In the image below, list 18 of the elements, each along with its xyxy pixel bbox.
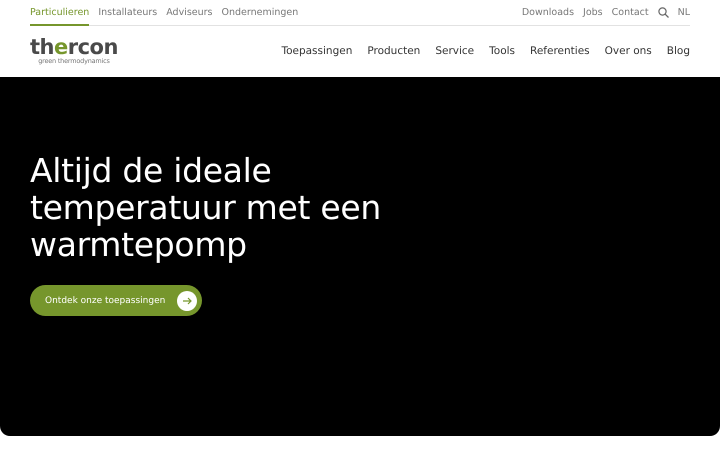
audience-tab[interactable]: Adviseurs bbox=[166, 0, 212, 26]
utility-link[interactable]: Contact bbox=[612, 0, 649, 26]
nav-link[interactable]: Producten bbox=[367, 44, 420, 58]
nav-link[interactable]: Tools bbox=[489, 44, 516, 58]
nav-link[interactable]: Service bbox=[435, 44, 474, 58]
hero-heading: Altijd de ideale temperatuur met een warmtepomp bbox=[30, 152, 382, 263]
audience-tab[interactable]: Ondernemingen bbox=[222, 0, 298, 26]
audience-tab[interactable]: Installateurs bbox=[98, 0, 158, 26]
nav-link[interactable]: Referenties bbox=[530, 44, 590, 58]
utility-link[interactable]: Downloads bbox=[522, 0, 574, 26]
nav-link[interactable]: Blog bbox=[666, 44, 690, 58]
nav-link[interactable]: Toepassingen bbox=[281, 44, 352, 58]
logo-wordmark: thercon bbox=[30, 36, 118, 56]
cta-button[interactable]: Ontdek onze toepassingen bbox=[30, 285, 202, 316]
audience-tab[interactable]: Particulieren bbox=[30, 0, 90, 26]
nav-link[interactable]: Over ons bbox=[604, 44, 652, 58]
language-link[interactable]: NL bbox=[678, 0, 690, 26]
utility-link[interactable]: Jobs bbox=[583, 0, 603, 26]
